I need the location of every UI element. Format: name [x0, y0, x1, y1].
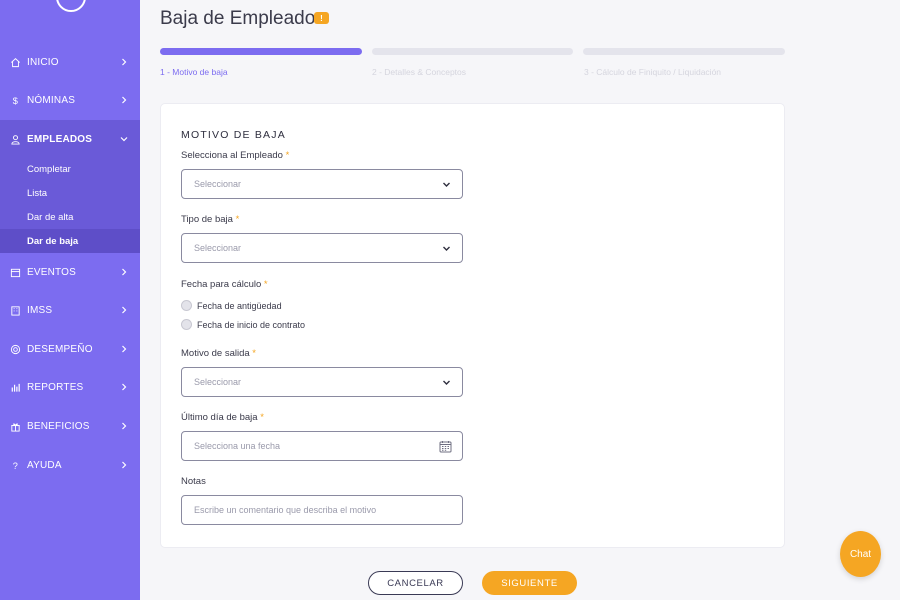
sidebar-item-eventos[interactable]: EVENTOS — [0, 253, 140, 291]
chevron-right-icon — [120, 306, 128, 314]
chevron-down-icon — [442, 180, 451, 189]
bar-chart-icon — [9, 381, 21, 393]
sidebar-item-label: REPORTES — [27, 381, 84, 393]
employees-submenu: Completar Lista Dar de alta Dar de baja — [0, 157, 140, 253]
sidebar-item-inicio[interactable]: INICIO — [0, 43, 140, 81]
sidebar-item-label: BENEFICIOS — [27, 420, 90, 432]
type-label: Tipo de baja * — [181, 214, 239, 225]
sidebar-item-imss[interactable]: IMSS — [0, 291, 140, 329]
chat-button[interactable]: Chat — [840, 531, 881, 577]
step-1-progress — [160, 48, 362, 55]
sidebar-item-label: AYUDA — [27, 459, 62, 471]
submenu-item-completar[interactable]: Completar — [0, 157, 140, 181]
submenu-item-dar-de-baja[interactable]: Dar de baja — [0, 229, 140, 253]
radio-label: Fecha de inicio de contrato — [197, 319, 306, 330]
svg-text:?: ? — [12, 461, 17, 471]
sidebar-item-label: NÓMINAS — [27, 94, 76, 106]
sidebar-item-empleados[interactable]: EMPLEADOS — [0, 120, 140, 158]
sidebar-item-beneficios[interactable]: BENEFICIOS — [0, 407, 140, 445]
submenu-item-lista[interactable]: Lista — [0, 181, 140, 205]
calc-date-label-text: Fecha para cálculo — [181, 279, 262, 290]
last-day-label: Último día de baja * — [181, 412, 264, 423]
required-mark: * — [235, 214, 240, 225]
radio-button[interactable] — [181, 319, 192, 330]
chevron-right-icon — [120, 345, 128, 353]
reason-select[interactable]: Seleccionar — [181, 367, 463, 397]
employee-label-text: Selecciona al Empleado — [181, 150, 283, 161]
chevron-right-icon — [120, 268, 128, 276]
section-title: MOTIVO DE BAJA — [181, 129, 286, 141]
building-icon — [9, 304, 21, 316]
sidebar-item-nominas[interactable]: $ NÓMINAS — [0, 81, 140, 119]
notes-label: Notas — [181, 476, 206, 487]
reason-label: Motivo de salida * — [181, 348, 256, 359]
target-icon — [9, 343, 21, 355]
step-3-progress — [583, 48, 785, 55]
radio-inicio-contrato[interactable]: Fecha de inicio de contrato — [181, 319, 305, 330]
sidebar-item-desempeno[interactable]: DESEMPEÑO — [0, 330, 140, 368]
notes-input[interactable] — [181, 495, 463, 525]
step-1-label[interactable]: 1 - Motivo de baja — [160, 67, 228, 77]
employee-select-placeholder: Seleccionar — [194, 179, 242, 189]
type-label-text: Tipo de baja — [181, 214, 233, 225]
user-icon — [9, 133, 21, 145]
required-mark: * — [252, 348, 256, 359]
form-card: MOTIVO DE BAJA Selecciona al Empleado * … — [160, 103, 785, 548]
gift-icon — [9, 420, 21, 432]
type-select[interactable]: Seleccionar — [181, 233, 463, 263]
cancel-button[interactable]: CANCELAR — [368, 571, 463, 595]
chevron-right-icon — [120, 58, 128, 66]
dollar-icon: $ — [9, 94, 21, 106]
chevron-down-icon — [442, 378, 451, 387]
home-icon — [9, 56, 21, 68]
chevron-right-icon — [120, 383, 128, 391]
reason-select-placeholder: Seleccionar — [194, 377, 242, 387]
chevron-right-icon — [120, 96, 128, 104]
submenu-item-dar-de-alta[interactable]: Dar de alta — [0, 205, 140, 229]
svg-text:$: $ — [12, 96, 17, 106]
chevron-down-icon — [442, 244, 451, 253]
radio-label: Fecha de antigüedad — [197, 300, 282, 311]
calendar-icon — [9, 266, 21, 278]
type-select-placeholder: Seleccionar — [194, 243, 242, 253]
radio-button[interactable] — [181, 300, 192, 311]
page-title: Baja de Empleado — [160, 8, 316, 29]
radio-antiguedad[interactable]: Fecha de antigüedad — [181, 300, 282, 311]
calc-date-label: Fecha para cálculo * — [181, 279, 268, 290]
chevron-right-icon — [120, 461, 128, 469]
reason-label-text: Motivo de salida — [181, 348, 250, 359]
sidebar-item-ayuda[interactable]: ? AYUDA — [0, 446, 140, 484]
sidebar-item-label: DESEMPEÑO — [27, 343, 93, 355]
step-2-label[interactable]: 2 - Detalles & Conceptos — [372, 67, 466, 77]
alert-badge-icon[interactable]: ! — [314, 12, 329, 24]
sidebar-item-label: INICIO — [27, 56, 59, 68]
required-mark: * — [285, 150, 290, 161]
last-day-label-text: Último día de baja — [181, 412, 258, 423]
sidebar-item-label: EVENTOS — [27, 266, 77, 278]
question-icon: ? — [9, 459, 21, 471]
step-3-label[interactable]: 3 - Cálculo de Finiquito / Liquidación — [584, 67, 721, 77]
next-button[interactable]: SIGUIENTE — [482, 571, 577, 595]
employee-select[interactable]: Seleccionar — [181, 169, 463, 199]
sidebar-item-label: EMPLEADOS — [27, 133, 93, 145]
last-day-date-input[interactable] — [181, 431, 463, 461]
sidebar-item-reportes[interactable]: REPORTES — [0, 368, 140, 406]
step-2-progress — [372, 48, 573, 55]
logo — [56, 0, 86, 12]
calendar-icon[interactable] — [439, 440, 452, 453]
employee-label: Selecciona al Empleado * — [181, 150, 289, 161]
required-mark: * — [263, 279, 268, 290]
chevron-right-icon — [120, 422, 128, 430]
required-mark: * — [260, 412, 264, 423]
sidebar: INICIO $ NÓMINAS EMPLEADOS Completar Lis… — [0, 0, 140, 600]
chevron-down-icon — [120, 135, 128, 143]
sidebar-item-label: IMSS — [27, 304, 53, 316]
